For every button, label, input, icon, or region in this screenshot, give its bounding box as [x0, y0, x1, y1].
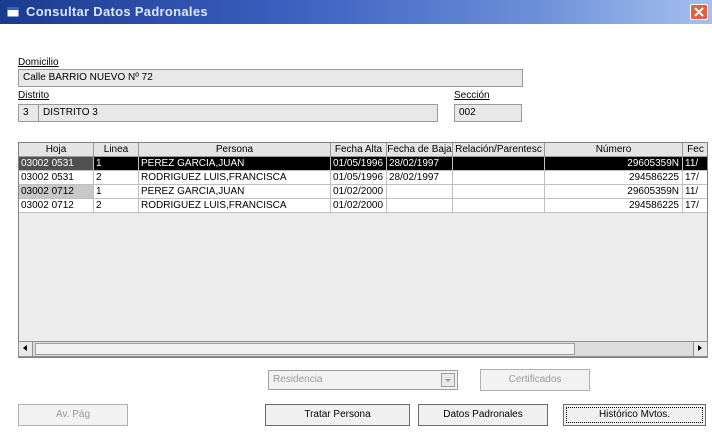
scroll-thumb[interactable] — [35, 343, 575, 355]
cell-linea: 1 — [94, 185, 139, 199]
padron-grid[interactable]: Hoja Linea Persona Fecha Alta Fecha de B… — [18, 142, 708, 358]
scroll-left-button[interactable] — [19, 342, 33, 356]
cell-numero: 294586225 — [545, 171, 683, 185]
col-header-fecha-baja[interactable]: Fecha de Baja — [387, 143, 453, 157]
scroll-right-button[interactable] — [693, 342, 707, 356]
chevron-down-icon — [445, 379, 451, 382]
cell-linea: 2 — [94, 199, 139, 213]
cell-fecha-alta: 01/02/2000 — [331, 185, 387, 199]
distrito-label: Distrito — [18, 90, 50, 101]
cell-fec: 11/ — [683, 185, 707, 199]
historico-mvtos-button[interactable]: Histórico Mvtos. — [563, 404, 706, 426]
cell-hoja: 03002 0531 — [19, 171, 94, 185]
grid-header: Hoja Linea Persona Fecha Alta Fecha de B… — [19, 143, 707, 157]
arrow-left-icon — [23, 345, 27, 351]
col-header-hoja[interactable]: Hoja — [19, 143, 94, 157]
col-header-fec[interactable]: Fec — [683, 143, 707, 157]
cell-fecha-baja — [387, 185, 453, 199]
cell-persona: RODRIGUEZ LUIS,FRANCISCA — [139, 171, 331, 185]
cell-relacion — [453, 199, 545, 213]
combo-dropdown-button[interactable] — [441, 373, 455, 387]
col-header-fecha-alta[interactable]: Fecha Alta — [331, 143, 387, 157]
residencia-select[interactable]: Residencia — [268, 370, 458, 390]
cell-fec: 11/ — [683, 157, 707, 171]
close-icon — [694, 7, 704, 17]
app-icon — [6, 5, 20, 19]
cell-numero: 294586225 — [545, 199, 683, 213]
consultar-datos-window: Consultar Datos Padronales Domicilio Cal… — [0, 0, 712, 435]
domicilio-field: Calle BARRIO NUEVO Nº 72 — [18, 69, 523, 87]
cell-hoja: 03002 0712 — [19, 199, 94, 213]
cell-numero: 29605359N — [545, 157, 683, 171]
cell-fec: 17/ — [683, 171, 707, 185]
av-pag-button[interactable]: Av. Pág — [18, 404, 128, 426]
cell-fecha-alta: 01/05/1996 — [331, 157, 387, 171]
seccion-label: Sección — [454, 90, 490, 101]
col-header-linea[interactable]: Linea — [94, 143, 139, 157]
horizontal-scrollbar[interactable] — [18, 341, 708, 357]
distrito-name-field: DISTRITO 3 — [38, 104, 438, 122]
table-row[interactable]: 03002 0712 1 PEREZ GARCIA,JUAN 01/02/200… — [19, 185, 707, 199]
cell-relacion — [453, 185, 545, 199]
cell-fecha-baja: 28/02/1997 — [387, 171, 453, 185]
window-title: Consultar Datos Padronales — [26, 4, 208, 19]
residencia-value: Residencia — [273, 374, 323, 385]
col-header-numero[interactable]: Número — [545, 143, 683, 157]
cell-hoja: 03002 0531 — [19, 157, 94, 171]
certificados-button[interactable]: Certificados — [480, 369, 590, 391]
close-button[interactable] — [690, 4, 708, 20]
col-header-persona[interactable]: Persona — [139, 143, 331, 157]
cell-linea: 2 — [94, 171, 139, 185]
cell-numero: 29605359N — [545, 185, 683, 199]
cell-persona: PEREZ GARCIA,JUAN — [139, 157, 331, 171]
cell-hoja: 03002 0712 — [19, 185, 94, 199]
cell-persona: RODRIGUEZ LUIS,FRANCISCA — [139, 199, 331, 213]
cell-relacion — [453, 157, 545, 171]
cell-fecha-alta: 01/02/2000 — [331, 199, 387, 213]
cell-relacion — [453, 171, 545, 185]
arrow-right-icon — [698, 345, 702, 351]
cell-fec: 17/ — [683, 199, 707, 213]
table-row[interactable]: 03002 0712 2 RODRIGUEZ LUIS,FRANCISCA 01… — [19, 199, 707, 213]
datos-padronales-button[interactable]: Datos Padronales — [418, 404, 548, 426]
title-bar[interactable]: Consultar Datos Padronales — [0, 0, 712, 24]
cell-linea: 1 — [94, 157, 139, 171]
cell-fecha-baja — [387, 199, 453, 213]
table-row[interactable]: 03002 0531 2 RODRIGUEZ LUIS,FRANCISCA 01… — [19, 171, 707, 185]
tratar-persona-button[interactable]: Tratar Persona — [265, 404, 410, 426]
distrito-code-field: 3 — [18, 104, 40, 122]
cell-fecha-alta: 01/05/1996 — [331, 171, 387, 185]
seccion-field: 002 — [454, 104, 522, 122]
col-header-relacion[interactable]: Relación/Parentesc — [453, 143, 545, 157]
cell-persona: PEREZ GARCIA,JUAN — [139, 185, 331, 199]
table-row[interactable]: 03002 0531 1 PEREZ GARCIA,JUAN 01/05/199… — [19, 157, 707, 171]
domicilio-label: Domicilio — [18, 57, 59, 68]
cell-fecha-baja: 28/02/1997 — [387, 157, 453, 171]
